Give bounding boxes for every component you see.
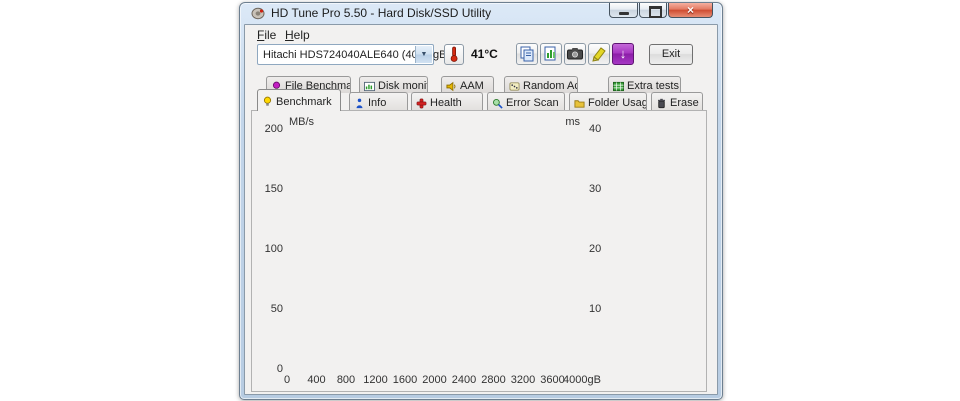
minimize-icon xyxy=(619,12,629,15)
minimize-button[interactable] xyxy=(609,3,638,18)
chevron-down-icon[interactable]: ▼ xyxy=(415,46,432,63)
close-button[interactable]: × xyxy=(668,3,713,18)
export-icon xyxy=(541,44,561,64)
client-area: File Help Hitachi HDS724040ALE640 (4000 … xyxy=(244,24,718,395)
benchmark-panel xyxy=(251,110,707,392)
exit-button[interactable]: Exit xyxy=(649,44,693,65)
app-icon xyxy=(251,7,265,20)
health-icon xyxy=(416,98,427,109)
benchmark-icon xyxy=(262,96,273,107)
tab-random-access[interactable]: Random Access xyxy=(504,76,578,93)
menu-help[interactable]: Help xyxy=(281,27,314,43)
menu-bar: File Help xyxy=(245,25,717,44)
temperature-button[interactable] xyxy=(444,44,464,65)
menu-file[interactable]: File xyxy=(253,27,280,43)
app-window: HD Tune Pro 5.50 - Hard Disk/SSD Utility… xyxy=(239,2,723,400)
tab-folder-usage[interactable]: Folder Usage xyxy=(569,92,647,111)
close-icon: × xyxy=(669,3,712,17)
maximize-button[interactable] xyxy=(639,3,667,18)
tab-extra-tests[interactable]: Extra tests xyxy=(608,76,681,93)
drive-select[interactable]: Hitachi HDS724040ALE640 (4000 gB) ▼ xyxy=(257,44,434,65)
info-icon xyxy=(354,98,365,109)
download-results-button[interactable]: ↓ xyxy=(612,43,634,65)
down-arrow-icon: ↓ xyxy=(620,46,627,61)
highlight-icon xyxy=(589,44,609,64)
temperature-value: 41°C xyxy=(471,47,498,61)
aam-icon xyxy=(446,81,457,92)
export-button[interactable] xyxy=(540,43,562,65)
folder-usage-icon xyxy=(574,98,585,109)
screenshot-icon xyxy=(565,44,585,64)
copy-button[interactable] xyxy=(516,43,538,65)
tab-info[interactable]: Info xyxy=(349,92,408,111)
tab-error-scan[interactable]: Error Scan xyxy=(487,92,565,111)
screenshot-button[interactable] xyxy=(564,43,586,65)
copy-icon xyxy=(517,44,537,64)
random-access-icon xyxy=(509,81,520,92)
tab-erase[interactable]: Erase xyxy=(651,92,703,111)
error-scan-icon xyxy=(492,98,503,109)
tab-aam[interactable]: AAM xyxy=(441,76,494,93)
disk-monitor-icon xyxy=(364,81,375,92)
extra-tests-icon xyxy=(613,81,624,92)
maximize-icon xyxy=(649,6,662,18)
thermometer-icon xyxy=(445,45,463,64)
highlight-button[interactable] xyxy=(588,43,610,65)
title-bar[interactable]: HD Tune Pro 5.50 - Hard Disk/SSD Utility… xyxy=(240,3,722,24)
tab-benchmark[interactable]: Benchmark xyxy=(257,89,341,111)
tab-health[interactable]: Health xyxy=(411,92,483,111)
window-title: HD Tune Pro 5.50 - Hard Disk/SSD Utility xyxy=(271,6,491,20)
desktop: HD Tune Pro 5.50 - Hard Disk/SSD Utility… xyxy=(0,0,960,401)
tab-disk-monitor[interactable]: Disk monitor xyxy=(359,76,428,93)
erase-icon xyxy=(656,98,667,109)
